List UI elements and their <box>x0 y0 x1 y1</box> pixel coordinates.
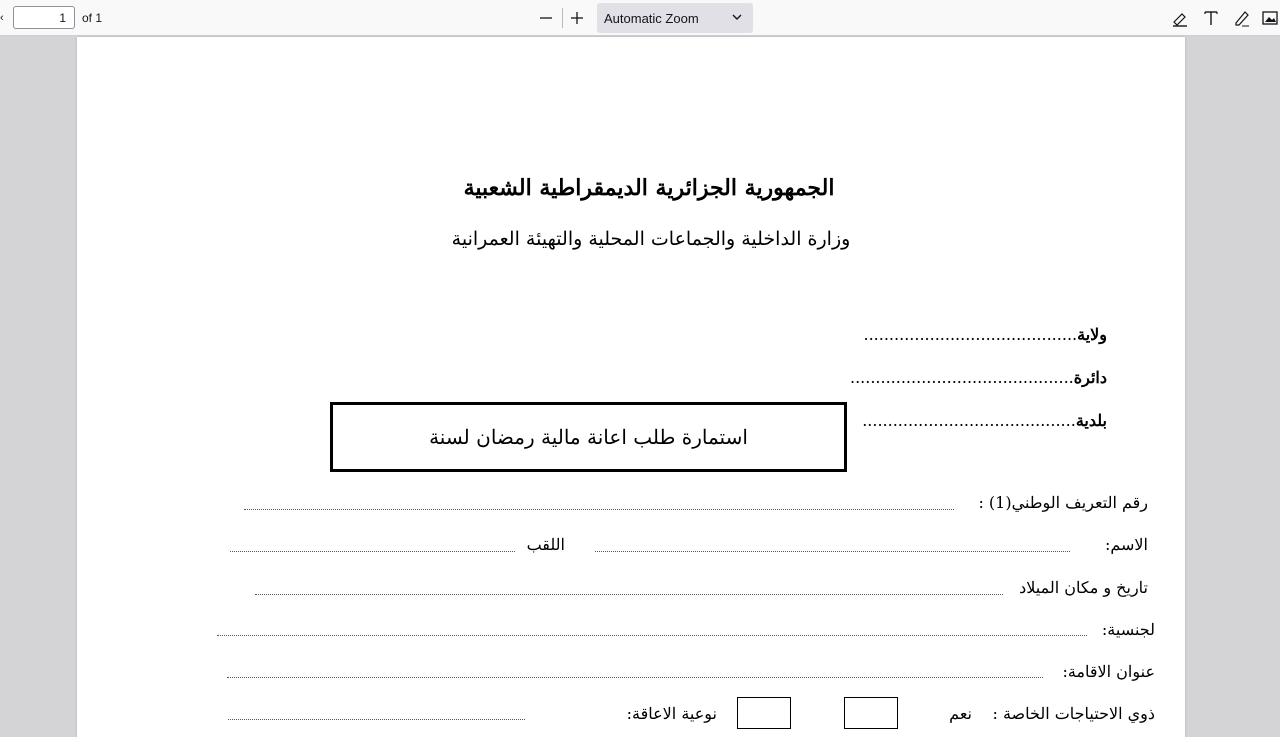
birth-label: تاريخ و مكان الميلاد <box>1019 578 1148 597</box>
document-title: الجمهورية الجزائرية الديمقراطية الشعبية <box>463 175 835 201</box>
no-checkbox[interactable] <box>737 697 791 729</box>
text-icon <box>1204 11 1218 25</box>
first-name-dotline <box>595 551 1070 552</box>
highlighter-icon <box>1173 13 1187 27</box>
yes-checkbox[interactable] <box>844 697 898 729</box>
special-needs-label: ذوي الاحتياجات الخاصة : <box>992 704 1155 723</box>
birth-dotline <box>255 594 1003 595</box>
zoom-select-value: Automatic Zoom <box>604 10 699 26</box>
document-subtitle: وزارة الداخلية والجماعات المحلية والتهيئ… <box>451 228 851 250</box>
pen-icon <box>1235 11 1249 27</box>
page-count-label: of 1 <box>82 11 103 25</box>
chevron-down-icon <box>732 14 742 20</box>
sidebar-edge-icon[interactable]: ‹ <box>0 12 4 24</box>
plus-icon <box>571 12 583 24</box>
draw-tool-button[interactable] <box>1231 7 1253 29</box>
national-id-dotline <box>244 509 954 510</box>
highlight-tool-button[interactable] <box>1169 7 1191 29</box>
minus-icon <box>540 17 552 19</box>
first-name-label: الاسم: <box>1104 535 1148 554</box>
daira-line: دائرة...................................… <box>849 368 1107 387</box>
wilaya-line: ولاية...................................… <box>863 325 1108 344</box>
image-icon <box>1262 11 1278 25</box>
zoom-out-button[interactable] <box>536 7 556 29</box>
yes-label: نعم <box>949 704 972 723</box>
image-tool-button[interactable] <box>1259 7 1280 29</box>
baladia-label: بلدية <box>1075 411 1107 430</box>
nationality-dotline <box>217 635 1087 636</box>
pdf-toolbar: ‹ of 1 Automatic Zoom <box>0 0 1280 36</box>
zoom-select[interactable]: Automatic Zoom <box>597 3 753 33</box>
address-dotline <box>227 677 1043 678</box>
address-label: عنوان الاقامة: <box>1062 662 1155 681</box>
page-number-input[interactable] <box>13 6 75 29</box>
zoom-in-button[interactable] <box>566 7 588 29</box>
disability-type-label: نوعية الاعاقة: <box>626 704 717 723</box>
last-name-dotline <box>230 551 515 552</box>
daira-label: دائرة <box>1073 368 1107 387</box>
pdf-page: الجمهورية الجزائرية الديمقراطية الشعبية … <box>77 37 1185 737</box>
national-id-label: رقم التعريف الوطني(1) : <box>978 493 1148 512</box>
nationality-label: لجنسية: <box>1101 620 1155 639</box>
form-title-box: استمارة طلب اعانة مالية رمضان لسنة <box>330 402 847 472</box>
last-name-label: اللقب <box>526 535 565 554</box>
form-title: استمارة طلب اعانة مالية رمضان لسنة <box>429 425 748 449</box>
baladia-line: بلدية...................................… <box>862 411 1107 430</box>
toolbar-separator <box>562 8 563 28</box>
text-tool-button[interactable] <box>1200 7 1222 29</box>
wilaya-label: ولاية <box>1077 325 1107 344</box>
